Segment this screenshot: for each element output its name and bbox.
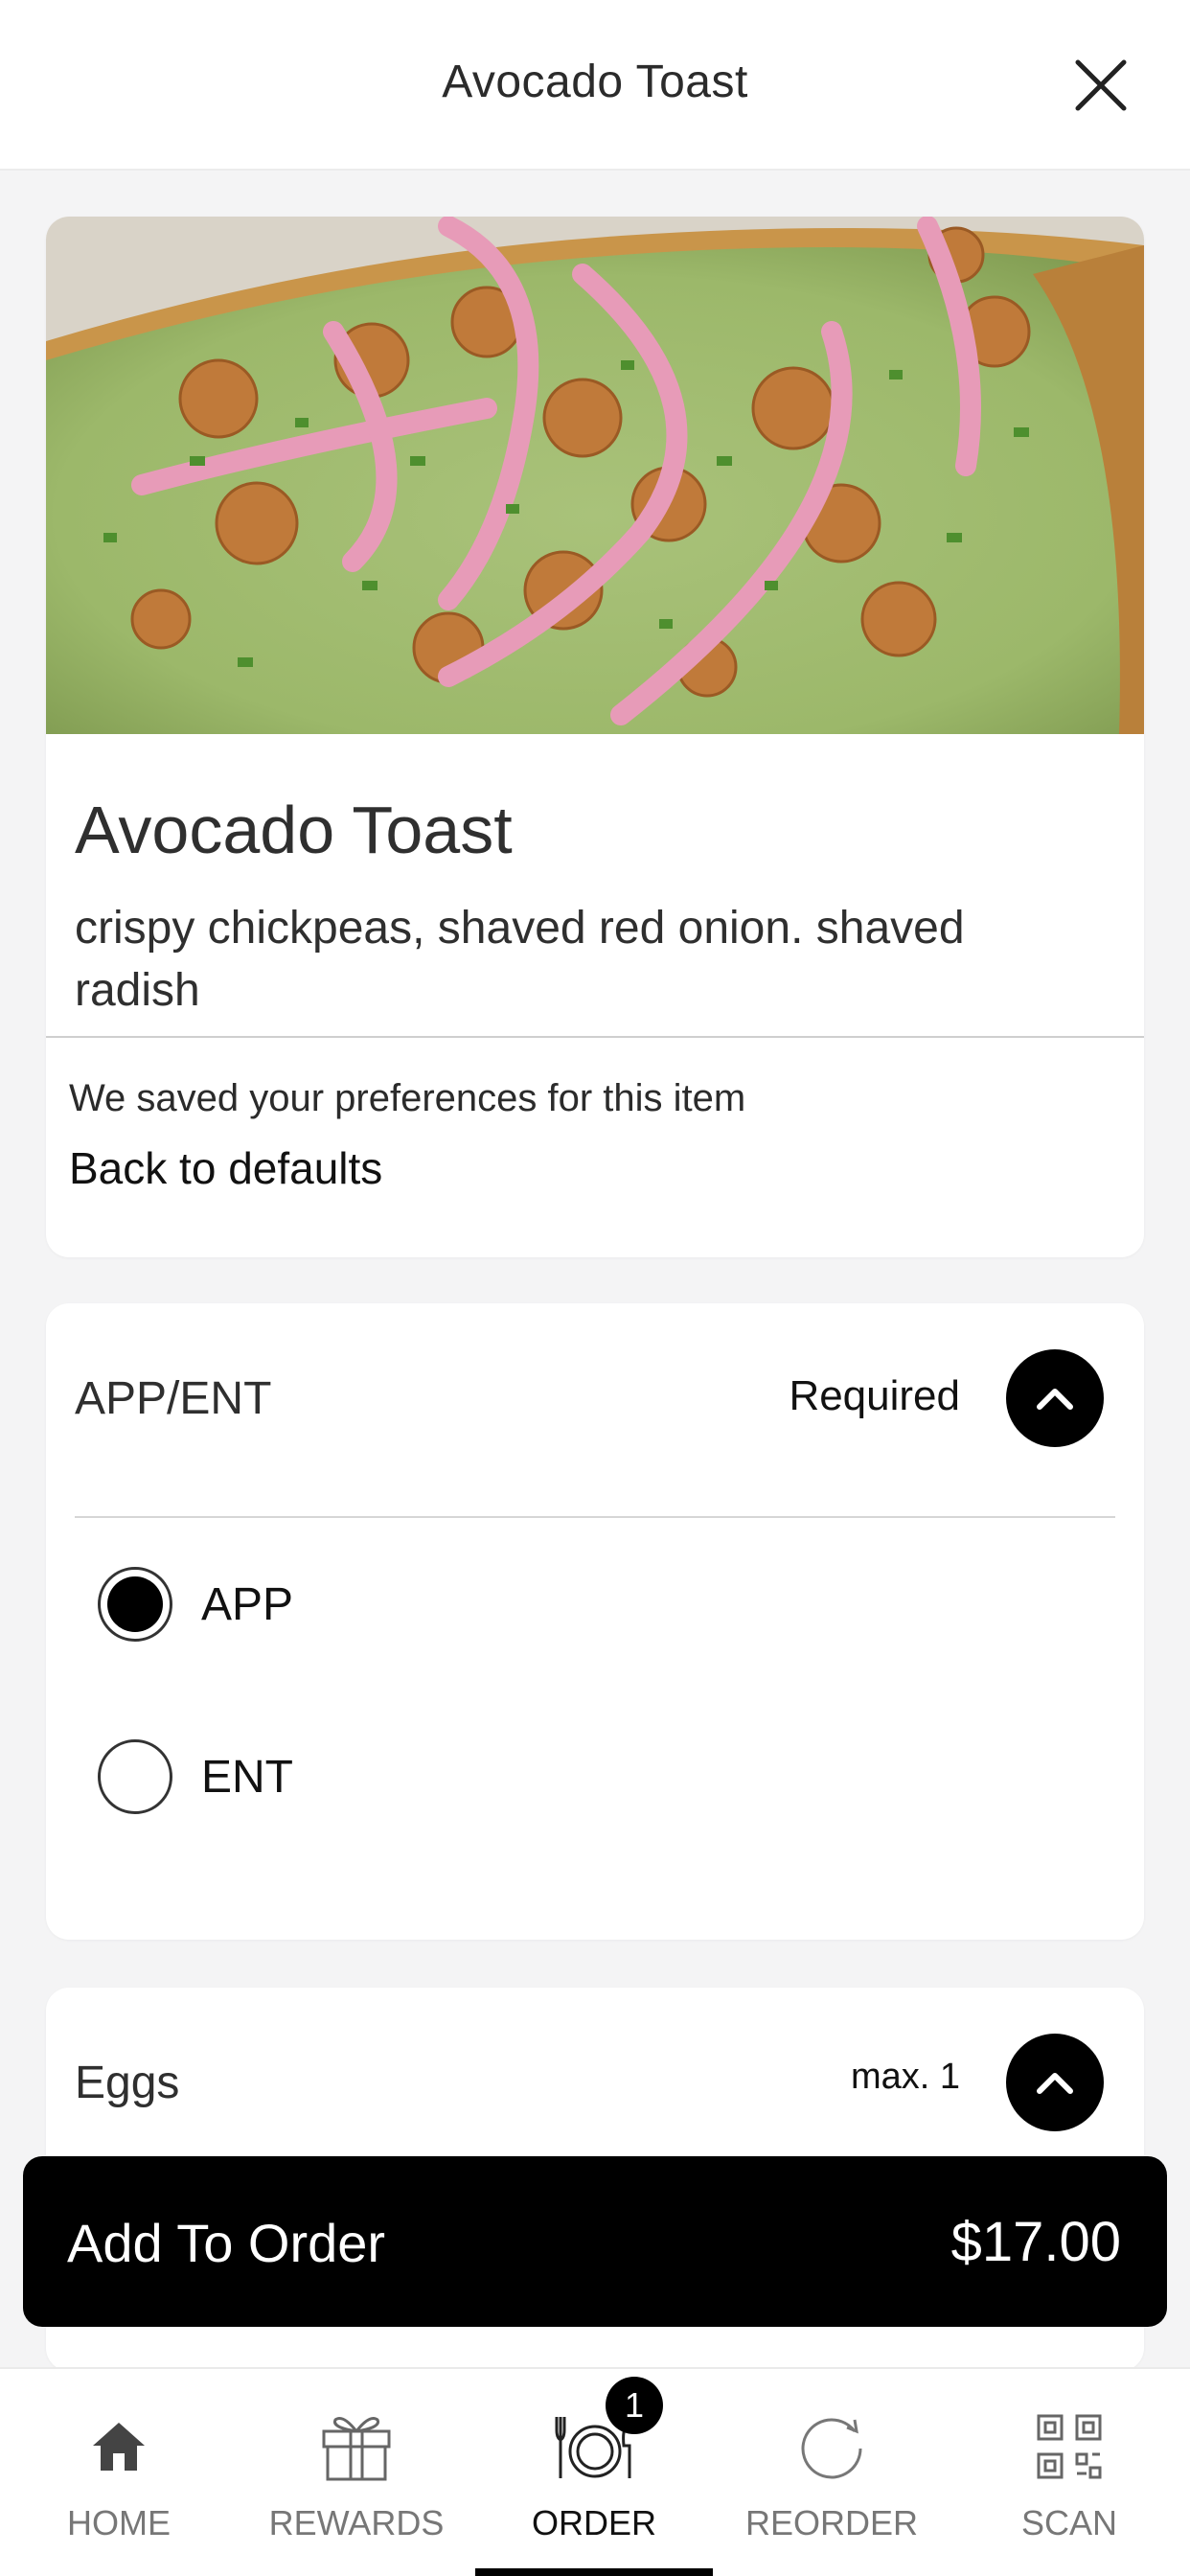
qr-code-icon — [1037, 2414, 1102, 2479]
radio-selected-dot — [107, 1576, 163, 1632]
add-to-order-label: Add To Order — [67, 2213, 386, 2273]
nav-label: REWARDS — [268, 2503, 445, 2542]
item-detail-screen: Avocado Toast Avocado Toast crispy chick… — [0, 0, 1190, 2576]
saved-preferences-message: We saved your preferences for this item — [69, 1077, 746, 1119]
section-title: Eggs — [75, 2058, 180, 2108]
nav-reorder[interactable]: REORDER — [713, 2369, 950, 2576]
nav-label: SCAN — [1020, 2503, 1118, 2542]
option-ent[interactable]: ENT — [98, 1738, 960, 1815]
divider — [75, 1516, 1115, 1518]
item-title: Avocado Toast — [75, 793, 513, 867]
collapse-button[interactable] — [1006, 2034, 1104, 2131]
item-photo — [46, 217, 1144, 734]
item-description: crispy chickpeas, shaved red onion. shav… — [75, 903, 965, 1016]
collapse-button[interactable] — [1006, 1349, 1104, 1447]
nav-home[interactable]: HOME — [0, 2369, 238, 2576]
radio-button[interactable] — [98, 1567, 172, 1642]
nav-label: ORDER — [531, 2503, 656, 2542]
order-count-badge: 1 — [606, 2377, 663, 2434]
nav-label: HOME — [67, 2503, 171, 2542]
radio-button[interactable] — [98, 1739, 172, 1814]
active-indicator — [475, 2568, 713, 2576]
chevron-up-icon — [1037, 1389, 1073, 1410]
back-to-defaults-link[interactable]: Back to defaults — [69, 1142, 382, 1194]
nav-label: REORDER — [744, 2503, 919, 2542]
nav-order[interactable]: ORDER — [475, 2369, 713, 2576]
order-price: $17.00 — [950, 2211, 1121, 2273]
bottom-navigation: HOME REWARDS ORDER REORDER SCAN — [0, 2367, 1190, 2576]
divider — [46, 1036, 1144, 1038]
close-button[interactable] — [1065, 58, 1136, 113]
option-app[interactable]: APP — [98, 1566, 960, 1643]
close-icon — [1075, 59, 1127, 111]
add-to-order-button[interactable]: Add To Order $17.00 — [23, 2156, 1167, 2327]
chevron-up-icon — [1037, 2073, 1073, 2094]
gift-icon — [322, 2417, 391, 2481]
nav-scan[interactable]: SCAN — [950, 2369, 1188, 2576]
section-title: APP/ENT — [75, 1373, 272, 1424]
required-label: Required — [789, 1372, 960, 1419]
header-title: Avocado Toast — [442, 57, 748, 107]
nav-rewards[interactable]: REWARDS — [238, 2369, 475, 2576]
option-label: ENT — [201, 1751, 293, 1803]
top-header: Avocado Toast — [0, 0, 1190, 171]
max-label: max. 1 — [850, 2057, 960, 2097]
option-label: APP — [201, 1578, 294, 1630]
reorder-icon — [801, 2418, 862, 2479]
home-icon — [93, 2423, 145, 2471]
app-ent-section: APP/ENT Required APP ENT — [46, 1303, 1144, 1940]
item-card: Avocado Toast crispy chickpeas, shaved r… — [46, 217, 1144, 1257]
